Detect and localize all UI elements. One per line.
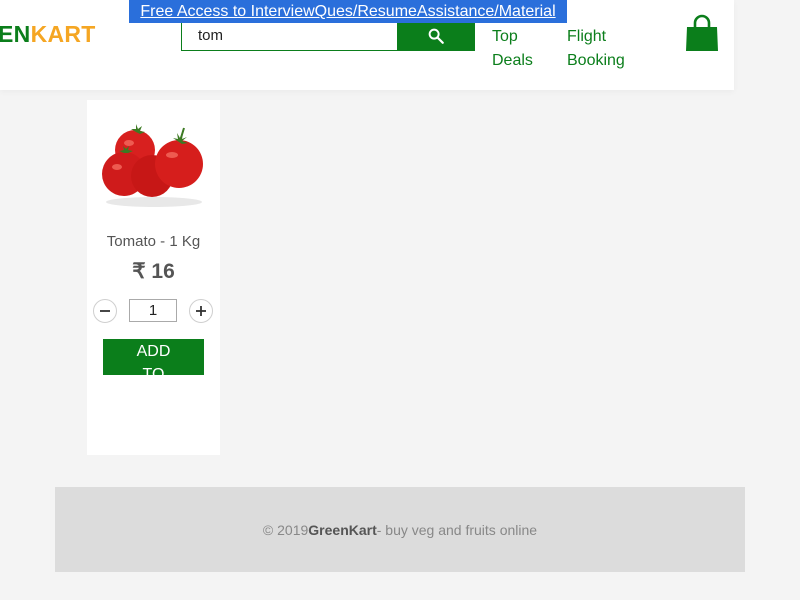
increment-button[interactable] <box>189 299 213 323</box>
product-card: Tomato - 1 Kg ₹ 16 ADD TO CART <box>87 100 220 455</box>
product-image-tomato <box>102 124 203 207</box>
minus-icon <box>100 310 110 312</box>
plus-icon <box>196 306 206 316</box>
cart-bag-icon <box>686 14 718 51</box>
nav-top-deals-line1: Top <box>492 28 518 45</box>
product-price: ₹ 16 <box>132 260 175 283</box>
logo-part-orange: KART <box>30 21 96 47</box>
footer-brand: GreenKart <box>308 521 377 538</box>
nav-top-deals-line2: Deals <box>492 52 533 69</box>
logo[interactable]: ENKART <box>0 20 96 48</box>
decrement-button[interactable] <box>93 299 117 323</box>
footer: © 2019 GreenKart - buy veg and fruits on… <box>55 487 745 572</box>
logo-part-green: EN <box>0 21 31 47</box>
quantity-input[interactable] <box>129 299 177 322</box>
footer-copyright: © 2019 <box>262 521 309 538</box>
footer-tagline: - buy veg and fruits online <box>376 521 538 538</box>
add-to-cart-button[interactable]: ADD TO CART <box>103 339 204 375</box>
search-icon <box>428 28 444 44</box>
cart-button[interactable] <box>684 14 720 52</box>
product-name: Tomato - 1 Kg <box>106 233 201 250</box>
quantity-stepper <box>93 299 215 323</box>
nav-flight-line2: Booking <box>567 52 625 69</box>
nav-top-deals[interactable]: Top Deals <box>492 25 533 73</box>
promo-banner-link[interactable]: Free Access to InterviewQues/ResumeAssis… <box>129 0 567 23</box>
search-input[interactable] <box>182 21 397 50</box>
nav-flight-booking[interactable]: Flight Booking <box>567 25 625 73</box>
page: ENKART Top Deals Flight Booking Free Acc… <box>0 0 800 600</box>
nav-flight-line1: Flight <box>567 28 607 45</box>
search-button[interactable] <box>397 20 475 51</box>
search-box <box>181 20 398 51</box>
header: ENKART Top Deals Flight Booking Free Acc… <box>0 0 734 90</box>
